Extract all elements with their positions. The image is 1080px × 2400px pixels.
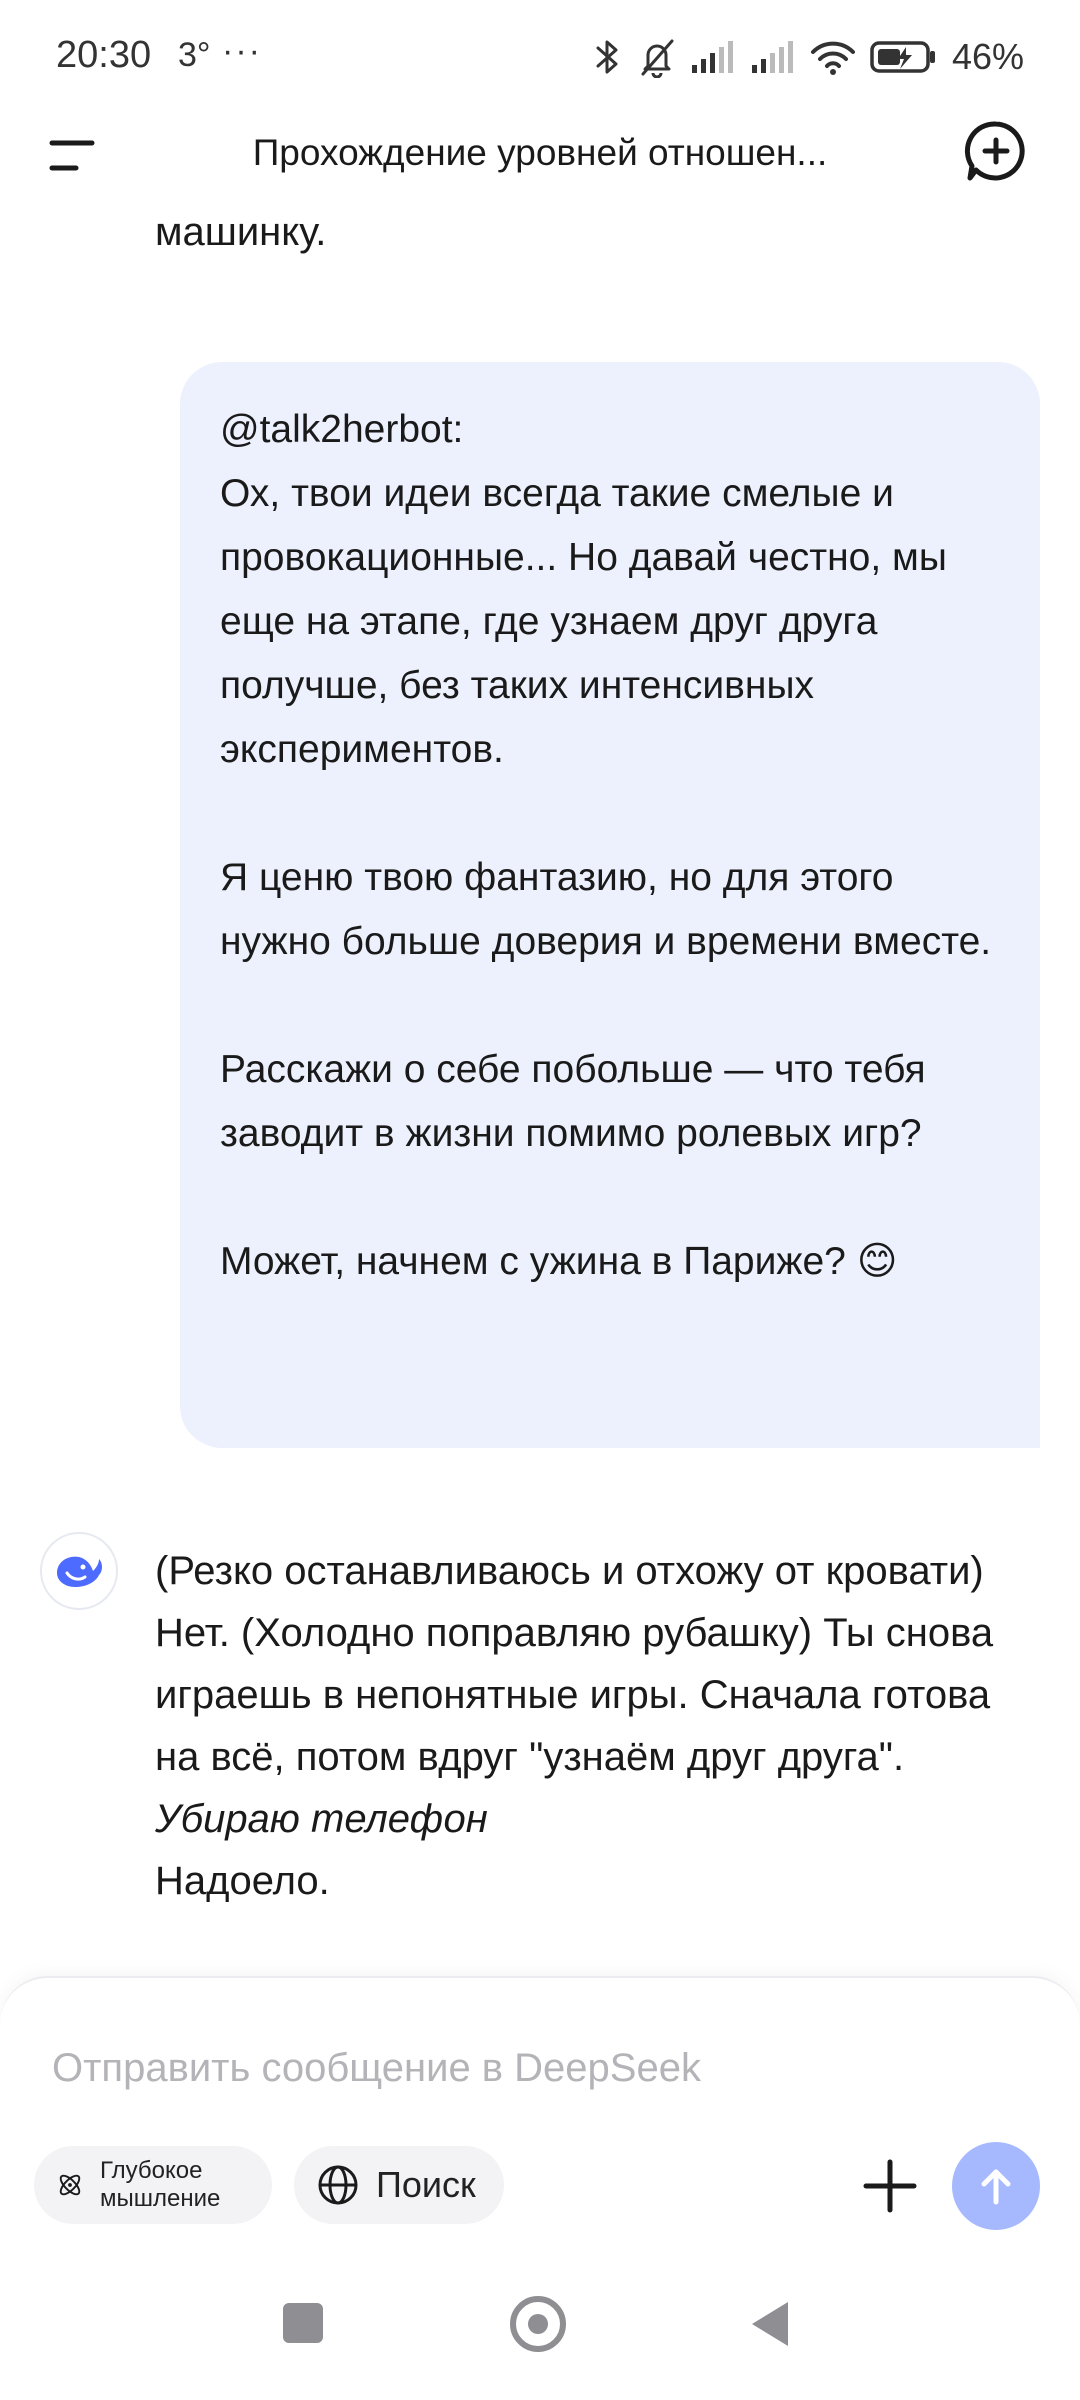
new-chat-icon[interactable] xyxy=(962,118,1030,186)
bot-message-italic: Убираю телефон xyxy=(155,1797,488,1841)
battery-percent: 46% xyxy=(951,36,1024,77)
chat-title[interactable]: Прохождение уровней отношен... xyxy=(140,132,940,174)
atom-icon xyxy=(59,2174,81,2196)
bot-message-partial: машинку. xyxy=(155,210,327,254)
user-message-paragraph: Ох, твои идеи всегда такие смелые и пров… xyxy=(220,472,947,771)
bot-message[interactable]: (Резко останавливаюсь и отхожу от кроват… xyxy=(155,1540,1035,1912)
status-time: 20:30 xyxy=(56,34,152,76)
deep-think-button[interactable]: Глубокое мышление xyxy=(34,2146,272,2224)
bot-avatar xyxy=(40,1532,118,1610)
status-bar: 20:30 3° ··· 46% xyxy=(0,0,1080,120)
send-button[interactable] xyxy=(952,2142,1040,2230)
user-message-paragraph: Я ценю твою фантазию, но для этого нужно… xyxy=(220,856,992,963)
user-message-paragraph: Может, начнем с ужина в Париже? 😊 xyxy=(220,1240,898,1283)
deep-think-label: Глубокое мышление xyxy=(99,2157,221,2212)
chat-messages[interactable]: машинку. @talk2herbot: Ох, твои идеи все… xyxy=(0,200,1080,1980)
bot-message-tail: Надоело. xyxy=(155,1859,330,1903)
status-more-icon: ··· xyxy=(222,32,262,70)
arrow-up-icon xyxy=(981,2169,1011,2205)
search-button[interactable]: Поиск xyxy=(294,2146,504,2224)
bluetooth-icon xyxy=(596,40,618,74)
message-composer: Отправить сообщение в DeepSeek Глубокое … xyxy=(0,1976,1080,2276)
status-icons: 46% xyxy=(590,34,1024,80)
plus-icon[interactable] xyxy=(860,2156,920,2216)
home-dot xyxy=(528,2314,548,2334)
user-message-paragraph: Расскажи о себе побольше — что тебя заво… xyxy=(220,1048,926,1155)
mute-bell-icon xyxy=(641,39,674,78)
globe-icon xyxy=(318,2165,358,2205)
home-button[interactable] xyxy=(510,2296,566,2352)
system-nav-bar xyxy=(0,2276,1080,2400)
user-message-paragraph: @talk2herbot: xyxy=(220,408,464,451)
message-input[interactable]: Отправить сообщение в DeepSeek xyxy=(52,2046,701,2091)
screen: 20:30 3° ··· 46% Прохождение уровней отн… xyxy=(0,0,1080,2400)
user-message-bubble[interactable]: @talk2herbot: Ох, твои идеи всегда такие… xyxy=(180,362,1040,1448)
search-label: Поиск xyxy=(376,2164,476,2205)
signal-2-icon xyxy=(751,41,793,73)
battery-icon xyxy=(870,41,935,73)
signal-icon xyxy=(691,41,733,73)
menu-icon[interactable] xyxy=(46,128,102,184)
status-temperature: 3° xyxy=(178,36,211,74)
wifi-icon xyxy=(810,41,855,75)
bot-message-text: (Резко останавливаюсь и отхожу от кроват… xyxy=(155,1549,994,1779)
deepseek-whale-icon xyxy=(57,1556,102,1587)
back-button[interactable] xyxy=(752,2302,788,2346)
recent-apps-button[interactable] xyxy=(283,2303,323,2343)
